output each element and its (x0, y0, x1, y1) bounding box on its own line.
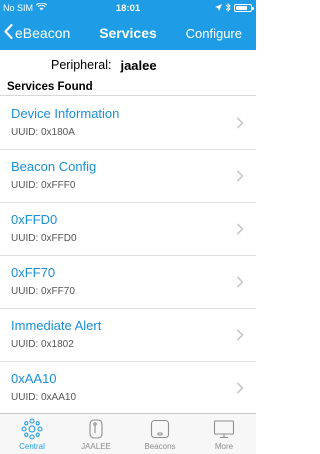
tab-jaalee[interactable]: JAALEE (64, 414, 128, 454)
chevron-left-icon (4, 23, 13, 42)
section-header: Services Found (0, 78, 256, 96)
service-row-ffd0[interactable]: 0xFFD0 UUID: 0xFFD0 (0, 203, 256, 256)
service-row-immediate-alert[interactable]: Immediate Alert UUID: 0x1802 (0, 309, 256, 362)
service-uuid: UUID: 0xFF70 (11, 286, 75, 297)
service-name: Device Information (11, 106, 120, 121)
status-left: No SIM (3, 2, 48, 13)
service-row-device-information[interactable]: Device Information UUID: 0x180A (0, 97, 256, 150)
service-uuid: UUID: 0xFFD0 (11, 233, 77, 244)
service-name: 0xAA10 (11, 371, 57, 386)
service-name: Immediate Alert (11, 318, 102, 333)
location-arrow-icon (215, 3, 222, 13)
tab-bar: Central JAALEE Beacons More (0, 413, 256, 454)
carrier-label: No SIM (3, 3, 34, 13)
service-name: Beacon Config (11, 159, 97, 174)
more-icon (213, 418, 235, 440)
bluetooth-icon (225, 2, 231, 14)
service-name: 0xFF70 (11, 265, 56, 280)
peripheral-label: Peripheral: (51, 58, 112, 72)
tab-label: JAALEE (81, 442, 111, 451)
chevron-right-icon (236, 382, 244, 394)
beacons-icon (149, 418, 171, 440)
service-row-beacon-config[interactable]: Beacon Config UUID: 0xFFF0 (0, 150, 256, 203)
service-uuid: UUID: 0xAA10 (11, 392, 77, 403)
tab-label: More (214, 442, 234, 451)
back-button-label: eBeacon (15, 25, 71, 41)
back-button[interactable]: eBeacon (4, 16, 70, 50)
tab-label: Beacons (144, 442, 176, 451)
service-row-ff70[interactable]: 0xFF70 UUID: 0xFF70 (0, 256, 256, 309)
service-list: Device Information UUID: 0x180A Beacon C… (0, 97, 256, 415)
tab-label: Central (19, 442, 45, 451)
tab-central[interactable]: Central (0, 414, 64, 454)
service-row-aa10[interactable]: 0xAA10 UUID: 0xAA10 (0, 362, 256, 415)
status-right (215, 2, 254, 14)
service-uuid: UUID: 0x180A (11, 127, 75, 138)
service-uuid: UUID: 0xFFF0 (11, 180, 76, 191)
central-icon (21, 418, 43, 440)
chevron-right-icon (236, 329, 244, 341)
chevron-right-icon (236, 117, 244, 129)
wifi-icon (35, 2, 48, 13)
battery-fill (236, 6, 247, 10)
tab-beacons[interactable]: Beacons (128, 414, 192, 454)
status-bar: No SIM 18:01 (0, 0, 256, 16)
jaalee-icon (85, 418, 107, 440)
chevron-right-icon (236, 170, 244, 182)
tab-more[interactable]: More (192, 414, 256, 454)
battery-icon (234, 4, 254, 12)
peripheral-row: Peripheral: jaalee (0, 52, 256, 78)
service-name: 0xFFD0 (11, 212, 58, 227)
navigation-bar: eBeacon Services Configure (0, 16, 256, 50)
service-uuid: UUID: 0x1802 (11, 339, 74, 350)
configure-button[interactable]: Configure (186, 16, 242, 50)
peripheral-name: jaalee (120, 57, 157, 73)
chevron-right-icon (236, 276, 244, 288)
chevron-right-icon (236, 223, 244, 235)
